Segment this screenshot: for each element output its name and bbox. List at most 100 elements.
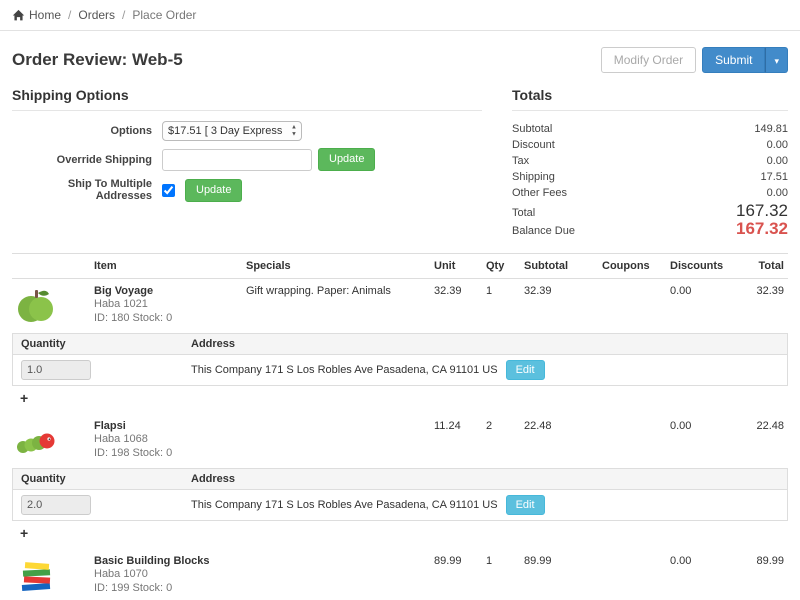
multi-address-label: Ship To Multiple Addresses — [12, 178, 162, 202]
stacked-blocks-image — [16, 555, 56, 595]
totals-heading: Totals — [512, 87, 788, 111]
totals-row-discount: Discount 0.00 — [512, 137, 788, 153]
item-info-cell: Flapsi Haba 1068 ID: 198 Stock: 0 — [90, 414, 242, 466]
item-unit: 11.24 — [430, 414, 482, 438]
item-brand: Haba 1021 — [94, 297, 238, 311]
item-meta: ID: 198 Stock: 0 — [94, 446, 238, 460]
item-meta: ID: 180 Stock: 0 — [94, 311, 238, 325]
product-image-cell — [12, 549, 90, 600]
item-discounts: 0.00 — [666, 414, 744, 438]
item-brand: Haba 1070 — [94, 567, 238, 581]
home-icon — [12, 9, 25, 22]
item-block: Big Voyage Haba 1021 ID: 180 Stock: 0 Gi… — [12, 279, 788, 414]
item-unit: 89.99 — [430, 549, 482, 573]
table-row: Big Voyage Haba 1021 ID: 180 Stock: 0 Gi… — [12, 279, 788, 331]
item-name: Flapsi — [94, 420, 238, 432]
header-coupons: Coupons — [598, 254, 666, 278]
item-specials — [242, 414, 430, 426]
address-subtable: Quantity Address This Company 171 S Los … — [12, 333, 788, 386]
item-qty: 1 — [482, 279, 520, 303]
item-info-cell: Basic Building Blocks Haba 1070 ID: 199 … — [90, 549, 242, 600]
edit-address-button[interactable]: Edit — [506, 495, 545, 515]
item-block: Basic Building Blocks Haba 1070 ID: 199 … — [12, 549, 788, 600]
balance-due-value: 167.32 — [736, 221, 788, 237]
caret-down-icon: ▾ — [774, 56, 779, 66]
item-subtotal: 32.39 — [520, 279, 598, 303]
shipping-method-select[interactable]: $17.51 [ 3 Day Express — [162, 121, 302, 141]
totals-label: Tax — [512, 153, 529, 169]
product-image-cell — [12, 414, 90, 466]
subheader-address: Address — [183, 334, 787, 354]
multi-address-update-button[interactable]: Update — [185, 179, 242, 202]
multi-address-checkbox[interactable] — [162, 184, 175, 197]
header-specials: Specials — [242, 254, 430, 278]
item-name: Big Voyage — [94, 285, 238, 297]
item-discounts: 0.00 — [666, 279, 744, 303]
subheader-quantity: Quantity — [13, 469, 183, 489]
header-image-col — [12, 254, 90, 266]
item-coupons — [598, 279, 666, 291]
totals-section: Totals Subtotal 149.81 Discount 0.00 Tax… — [512, 87, 788, 239]
header-actions: Modify Order Submit ▾ — [601, 47, 788, 73]
breadcrumb-orders[interactable]: Orders — [78, 8, 115, 22]
table-row: Basic Building Blocks Haba 1070 ID: 199 … — [12, 549, 788, 600]
item-block: Flapsi Haba 1068 ID: 198 Stock: 0 11.24 … — [12, 414, 788, 549]
items-table-header: Item Specials Unit Qty Subtotal Coupons … — [12, 253, 788, 279]
page-header: Order Review: Web-5 Modify Order Submit … — [12, 47, 788, 73]
total-value: 167.32 — [736, 203, 788, 219]
totals-label: Other Fees — [512, 185, 567, 201]
submit-split-button: Submit ▾ — [702, 47, 788, 73]
totals-label: Shipping — [512, 169, 555, 185]
breadcrumb-home-label: Home — [29, 8, 61, 22]
item-total: 89.99 — [744, 549, 788, 573]
shipping-options-section: Shipping Options Options $17.51 [ 3 Day … — [12, 87, 482, 239]
breadcrumb-separator: / — [68, 8, 71, 22]
item-total: 32.39 — [744, 279, 788, 303]
balance-due-label: Balance Due — [512, 223, 575, 239]
subtable-header: Quantity Address — [13, 469, 787, 490]
shipping-options-heading: Shipping Options — [12, 87, 482, 111]
shipping-options-row: Options $17.51 [ 3 Day Express ▲▼ — [12, 121, 482, 141]
submit-button[interactable]: Submit — [702, 47, 765, 73]
add-address-button[interactable]: + — [16, 525, 32, 541]
item-subtotal: 22.48 — [520, 414, 598, 438]
modify-order-button[interactable]: Modify Order — [601, 47, 696, 73]
item-qty: 1 — [482, 549, 520, 573]
totals-row-balance-due: Balance Due 167.32 — [512, 221, 788, 239]
item-brand: Haba 1068 — [94, 432, 238, 446]
override-update-button[interactable]: Update — [318, 148, 375, 171]
totals-row-tax: Tax 0.00 — [512, 153, 788, 169]
apple-toy-image — [16, 285, 56, 325]
subtable-row: This Company 171 S Los Robles Ave Pasade… — [13, 490, 787, 520]
caterpillar-toy-image — [16, 420, 56, 460]
table-row: Flapsi Haba 1068 ID: 198 Stock: 0 11.24 … — [12, 414, 788, 466]
header-unit: Unit — [430, 254, 482, 278]
totals-value: 0.00 — [767, 153, 788, 169]
header-total: Total — [744, 254, 788, 278]
item-coupons — [598, 414, 666, 426]
override-shipping-row: Override Shipping Update — [12, 148, 482, 171]
totals-row-subtotal: Subtotal 149.81 — [512, 121, 788, 137]
item-coupons — [598, 549, 666, 561]
totals-label: Discount — [512, 137, 555, 153]
subtable-header: Quantity Address — [13, 334, 787, 355]
address-text: This Company 171 S Los Robles Ave Pasade… — [191, 499, 498, 511]
add-address-row: + — [12, 386, 788, 414]
quantity-input[interactable] — [21, 360, 91, 380]
override-shipping-input[interactable] — [162, 149, 312, 171]
address-subtable: Quantity Address This Company 171 S Los … — [12, 468, 788, 521]
totals-value: 149.81 — [754, 121, 788, 137]
add-address-button[interactable]: + — [16, 390, 32, 406]
totals-value: 17.51 — [760, 169, 788, 185]
item-specials: Gift wrapping. Paper: Animals — [242, 279, 430, 303]
add-address-row: + — [12, 521, 788, 549]
totals-value: 0.00 — [767, 185, 788, 201]
breadcrumb: Home / Orders / Place Order — [0, 0, 800, 31]
override-shipping-label: Override Shipping — [12, 154, 162, 166]
breadcrumb-home[interactable]: Home — [12, 8, 61, 22]
quantity-input[interactable] — [21, 495, 91, 515]
breadcrumb-current: Place Order — [132, 8, 196, 22]
submit-dropdown-button[interactable]: ▾ — [765, 47, 788, 73]
item-name: Basic Building Blocks — [94, 555, 238, 567]
edit-address-button[interactable]: Edit — [506, 360, 545, 380]
